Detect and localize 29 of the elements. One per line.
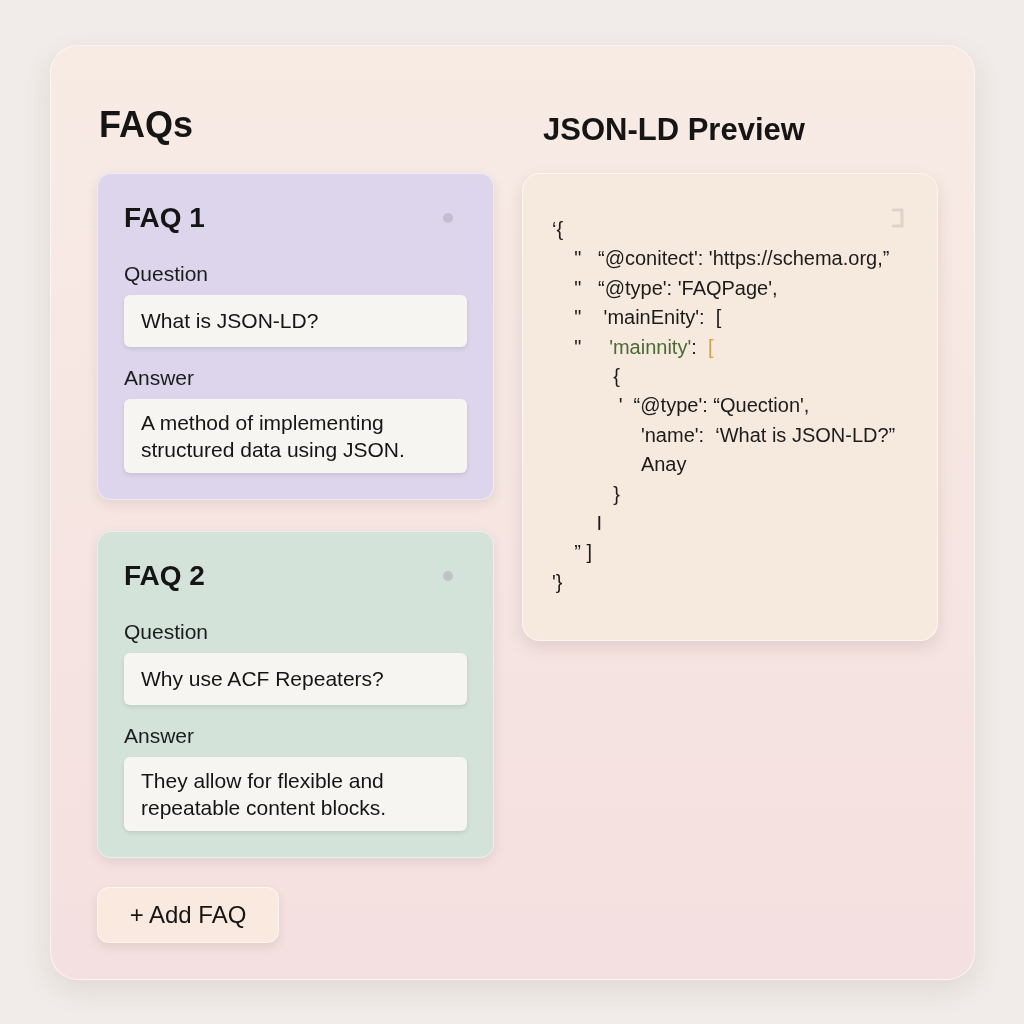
code-line: Anay [640, 452, 687, 478]
code-line: } [613, 481, 620, 507]
code-line: ' “@type': “Quection', [618, 393, 810, 419]
code-line: " 'mainnity': [ [574, 334, 714, 360]
field-label: Answer [124, 365, 195, 391]
answer-field[interactable]: They allow for flexible and repeatable content blocks. [124, 757, 467, 831]
code-line: " “@type': 'FAQPage', [574, 275, 778, 301]
code-line: I [596, 510, 602, 536]
question-field[interactable]: Why use ACF Repeaters? [124, 653, 467, 705]
field-label: Question [124, 261, 209, 287]
code-line: " “@conitect': 'https://schema.org,” [574, 246, 890, 272]
code-line: ‘{ [552, 217, 564, 242]
code-line: { [613, 363, 620, 389]
code-line: " 'mainEnity': [ [574, 305, 722, 331]
section-heading: JSON-LD Preview [542, 111, 805, 149]
dot-icon [443, 571, 453, 581]
field-label: Question [124, 619, 209, 645]
answer-field[interactable]: A method of implementing structured data using JSON. [124, 399, 467, 473]
faq-title: FAQ 1 [124, 201, 205, 235]
faq-title: FAQ 2 [124, 559, 205, 593]
bracket-icon [890, 208, 904, 228]
field-label: Answer [124, 723, 195, 749]
code-line: '} [552, 569, 563, 595]
section-heading: FAQs [98, 103, 194, 147]
dot-icon [443, 213, 453, 223]
question-field[interactable]: What is JSON-LD? [124, 295, 467, 347]
code-line: ” ] [574, 540, 592, 566]
code-line: 'name': ‘What is JSON-LD?” [640, 422, 896, 448]
add-faq-button[interactable]: + Add FAQ [97, 887, 279, 943]
